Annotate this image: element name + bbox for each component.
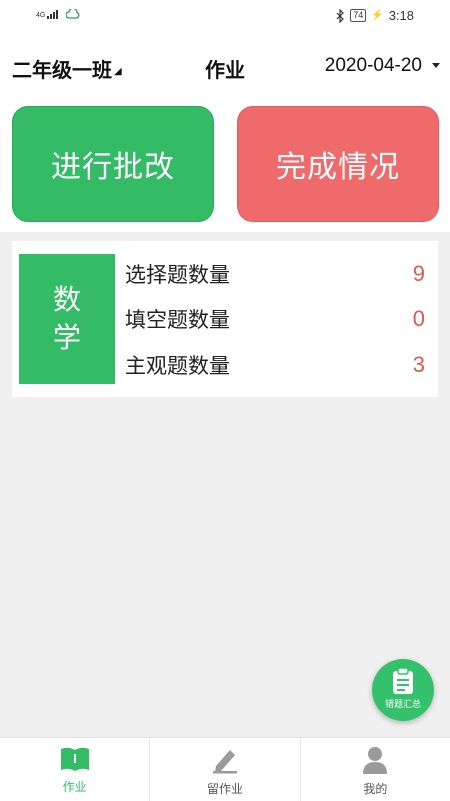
book-icon bbox=[60, 747, 89, 771]
dropdown-caret-icon bbox=[432, 63, 440, 68]
date-selector[interactable]: 2020-04-20 bbox=[324, 55, 440, 77]
top-header: 二年级一班 ◢ 作业 2020-04-20 bbox=[0, 34, 450, 98]
battery-level: 74 bbox=[350, 9, 367, 22]
date-value: 2020-04-20 bbox=[324, 55, 422, 76]
tab-label: 作业 bbox=[62, 780, 87, 794]
fab-label: 错题汇总 bbox=[384, 700, 421, 710]
tab-profile[interactable]: 我的 bbox=[299, 738, 450, 801]
question-label: 主观题数量 bbox=[125, 354, 230, 378]
cloud-sync-icon bbox=[66, 9, 80, 19]
person-icon bbox=[363, 747, 388, 774]
clipboard-icon bbox=[393, 667, 413, 694]
question-count: 9 bbox=[412, 261, 425, 286]
status-bar: 4G 74 ⚡ 3:18 bbox=[0, 0, 450, 34]
subject-card[interactable]: 数 学 选择题数量 9 填空题数量 0 主观题数量 3 bbox=[12, 241, 438, 397]
question-count: 0 bbox=[412, 306, 425, 331]
action-panel: 进行批改 完成情况 bbox=[0, 98, 450, 232]
question-row-fill: 填空题数量 0 bbox=[125, 299, 425, 339]
subject-char-1: 数 bbox=[52, 283, 81, 316]
question-row-choice: 选择题数量 9 bbox=[125, 254, 425, 294]
clock: 3:18 bbox=[388, 8, 414, 23]
network-type: 4G bbox=[36, 12, 46, 19]
pencil-icon bbox=[212, 750, 237, 774]
tab-assign[interactable]: 留作业 bbox=[149, 738, 299, 801]
mistake-summary-button[interactable]: 错题汇总 bbox=[372, 659, 434, 721]
tab-label: 我的 bbox=[363, 782, 388, 796]
tab-label: 留作业 bbox=[206, 782, 243, 796]
question-label: 选择题数量 bbox=[125, 263, 230, 287]
bluetooth-icon bbox=[336, 8, 345, 23]
completion-button[interactable]: 完成情况 bbox=[237, 106, 439, 222]
question-label: 填空题数量 bbox=[125, 308, 230, 332]
signal-icon bbox=[47, 9, 59, 19]
tab-homework[interactable]: 作业 bbox=[0, 738, 149, 801]
grade-button[interactable]: 进行批改 bbox=[12, 106, 214, 222]
subject-badge: 数 学 bbox=[19, 254, 115, 384]
status-left: 4G bbox=[36, 9, 80, 19]
status-right: 74 ⚡ 3:18 bbox=[335, 8, 414, 23]
question-count: 3 bbox=[412, 352, 425, 377]
charging-icon: ⚡ bbox=[371, 10, 384, 21]
subject-char-2: 学 bbox=[52, 321, 81, 354]
bottom-tab-bar: 作业 留作业 我的 bbox=[0, 737, 450, 801]
question-row-subjective: 主观题数量 3 bbox=[125, 345, 425, 385]
